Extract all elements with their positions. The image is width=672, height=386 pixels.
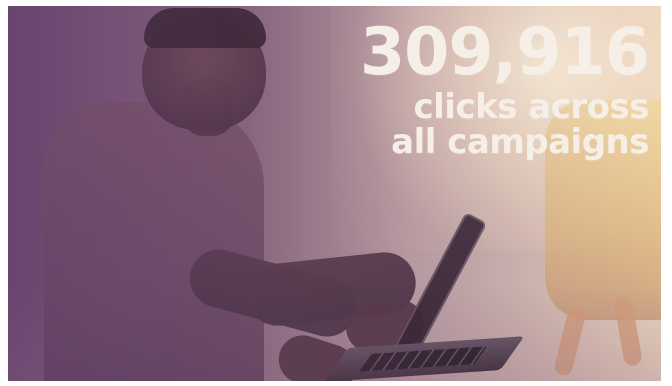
stat-caption: clicks across all campaigns bbox=[391, 87, 649, 163]
stat-value: 309,916 bbox=[359, 15, 650, 90]
hero-image-frame: 309,916 clicks across all campaigns bbox=[8, 6, 661, 381]
campaign-stat-card: 309,916 clicks across all campaigns bbox=[0, 0, 672, 386]
hero-stat: 309,916 clicks across all campaigns bbox=[359, 15, 650, 163]
